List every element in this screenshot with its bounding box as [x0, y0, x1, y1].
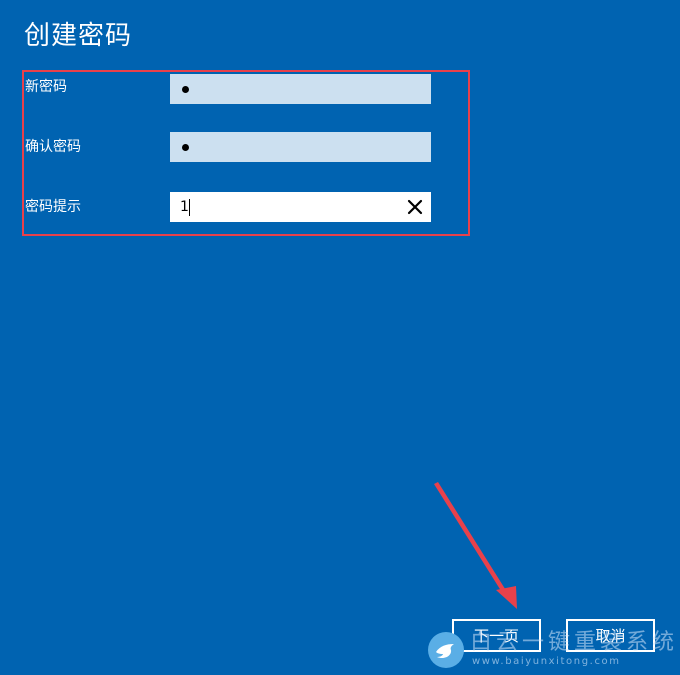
bird-icon	[428, 632, 464, 668]
watermark-name: 白云一键重装系统	[470, 630, 679, 655]
watermark: 白云一键重装系统 www.baiyunxitong.com	[424, 630, 674, 672]
watermark-url: www.baiyunxitong.com	[472, 656, 621, 667]
arrow-annotation	[434, 482, 517, 609]
